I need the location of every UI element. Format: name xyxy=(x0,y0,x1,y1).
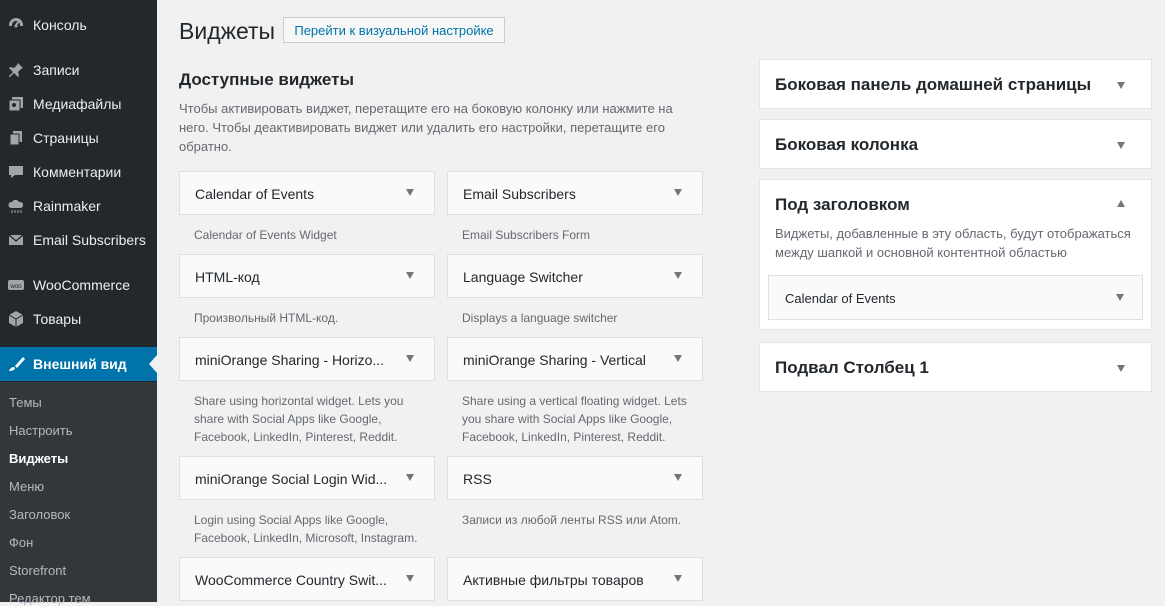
widget-title: miniOrange Social Login Wid... xyxy=(195,471,388,487)
widget-description: Calendar of Events Widget xyxy=(194,228,337,242)
svg-text:woo: woo xyxy=(9,284,22,290)
widget-title: Calendar of Events xyxy=(785,291,896,306)
widget-email-subscribers[interactable]: Email Subscribers xyxy=(447,171,703,215)
widget-miniorange-sharing-horizontal[interactable]: miniOrange Sharing - Horizo... xyxy=(179,337,435,381)
widget-title: miniOrange Sharing - Vertical xyxy=(463,352,646,368)
comment-icon xyxy=(6,162,26,182)
submenu-item-themes[interactable]: Темы xyxy=(9,395,42,410)
widget-area-title: Боковая панель домашней страницы xyxy=(775,75,1092,94)
caret-down-icon[interactable] xyxy=(406,474,414,481)
menu-item-label: Консоль xyxy=(33,17,87,33)
menu-item-label: Записи xyxy=(33,62,80,78)
brush-icon xyxy=(6,354,26,374)
widget-title: Language Switcher xyxy=(463,269,583,285)
menu-item-media[interactable]: Медиафайлы xyxy=(0,87,157,121)
widget-area-footer-column-1[interactable]: Подвал Столбец 1 xyxy=(759,342,1152,392)
widget-calendar-of-events-placed[interactable]: Calendar of Events xyxy=(768,275,1143,320)
menu-item-console[interactable]: Консоль xyxy=(0,8,157,42)
submenu-item-widgets[interactable]: Виджеты xyxy=(9,451,68,466)
pin-icon xyxy=(6,60,26,80)
page-title: Виджеты xyxy=(179,18,276,44)
cloud-icon xyxy=(6,196,26,216)
widget-woocommerce-country-switcher[interactable]: WooCommerce Country Swit... xyxy=(179,557,435,601)
caret-down-icon[interactable] xyxy=(674,474,682,481)
widget-description: Share using a vertical floating widget. … xyxy=(462,394,687,444)
caret-down-icon[interactable] xyxy=(674,189,682,196)
woocommerce-icon: woo xyxy=(6,275,26,295)
widget-area-title: Боковая колонка xyxy=(775,135,919,154)
widget-title: Активные фильтры товаров xyxy=(463,572,644,588)
menu-item-comments[interactable]: Комментарии xyxy=(0,155,157,189)
widget-title: Email Subscribers xyxy=(463,186,576,202)
widget-title: HTML-код xyxy=(195,269,260,285)
pages-icon xyxy=(6,128,26,148)
menu-item-label: Rainmaker xyxy=(33,198,101,214)
menu-item-label: Страницы xyxy=(33,130,99,146)
widget-area-sidebar[interactable]: Боковая колонка xyxy=(759,119,1152,169)
widget-area-below-header[interactable]: Под заголовком Виджеты, добавленные в эт… xyxy=(759,179,1152,330)
widget-calendar-of-events[interactable]: Calendar of Events xyxy=(179,171,435,215)
widget-area-description: Виджеты, добавленные в эту область, буду… xyxy=(775,226,1131,260)
menu-item-email-subscribers[interactable]: Email Subscribers xyxy=(0,223,157,257)
caret-down-icon[interactable] xyxy=(1116,294,1124,301)
widget-active-product-filters[interactable]: Активные фильтры товаров xyxy=(447,557,703,601)
caret-down-icon[interactable] xyxy=(406,189,414,196)
menu-item-pages[interactable]: Страницы xyxy=(0,121,157,155)
menu-item-rainmaker[interactable]: Rainmaker xyxy=(0,189,157,223)
widget-description: Произвольный HTML-код. xyxy=(194,311,339,325)
caret-down-icon[interactable] xyxy=(406,272,414,279)
widget-rss[interactable]: RSS xyxy=(447,456,703,500)
caret-down-icon[interactable] xyxy=(406,575,414,582)
menu-item-label: Товары xyxy=(33,311,82,327)
menu-item-appearance[interactable]: Внешний вид xyxy=(0,347,157,381)
menu-item-label: WooCommerce xyxy=(33,277,130,293)
submenu-item-customize[interactable]: Настроить xyxy=(9,423,73,438)
widget-title: RSS xyxy=(463,471,492,487)
caret-down-icon[interactable] xyxy=(1117,365,1125,372)
submenu-item-storefront[interactable]: Storefront xyxy=(9,563,66,578)
caret-down-icon[interactable] xyxy=(1117,82,1125,89)
widget-description: Login using Social Apps like Google, Fac… xyxy=(194,513,418,545)
submenu-item-menus[interactable]: Меню xyxy=(9,479,44,494)
menu-item-label: Email Subscribers xyxy=(33,232,146,248)
caret-down-icon[interactable] xyxy=(674,575,682,582)
widget-area-title: Под заголовком xyxy=(775,195,910,214)
submenu-item-header[interactable]: Заголовок xyxy=(9,507,70,522)
submenu-item-background[interactable]: Фон xyxy=(9,535,33,550)
menu-item-woocommerce[interactable]: woo WooCommerce xyxy=(0,268,157,302)
widget-area-homepage-sidebar[interactable]: Боковая панель домашней страницы xyxy=(759,59,1152,109)
widget-description: Email Subscribers Form xyxy=(462,228,591,242)
widget-description: Displays a language switcher xyxy=(462,311,618,325)
appearance-submenu: Темы Настроить Виджеты Меню Заголовок Фо… xyxy=(0,382,157,606)
widget-miniorange-sharing-vertical[interactable]: miniOrange Sharing - Vertical xyxy=(447,337,703,381)
widget-title: Calendar of Events xyxy=(195,186,315,202)
widget-title: WooCommerce Country Swit... xyxy=(195,572,387,588)
widget-area-title: Подвал Столбец 1 xyxy=(775,358,929,377)
envelope-icon xyxy=(6,230,26,250)
widget-language-switcher[interactable]: Language Switcher xyxy=(447,254,703,298)
submenu-item-theme-editor[interactable]: Редактор тем xyxy=(9,591,91,606)
menu-item-label: Внешний вид xyxy=(33,356,127,372)
caret-down-icon[interactable] xyxy=(406,355,414,362)
caret-up-icon[interactable] xyxy=(1117,200,1125,207)
customize-button[interactable]: Перейти к визуальной настройке xyxy=(283,17,505,43)
dashboard-icon xyxy=(6,15,26,35)
widget-description: Share using horizontal widget. Lets you … xyxy=(194,394,404,444)
widget-html-code[interactable]: HTML-код xyxy=(179,254,435,298)
admin-sidebar: Консоль Записи Медиафайлы Страницы Комме… xyxy=(0,0,157,606)
caret-down-icon[interactable] xyxy=(674,355,682,362)
widget-description: Записи из любой ленты RSS или Atom. xyxy=(462,513,682,527)
menu-item-label: Комментарии xyxy=(33,164,122,180)
media-icon xyxy=(6,94,26,114)
available-widgets-title: Доступные виджеты xyxy=(179,70,354,89)
menu-item-products[interactable]: Товары xyxy=(0,302,157,336)
box-icon xyxy=(6,309,26,329)
available-widgets-description: Чтобы активировать виджет, перетащите ег… xyxy=(179,101,673,154)
widget-miniorange-social-login[interactable]: miniOrange Social Login Wid... xyxy=(179,456,435,500)
widget-title: miniOrange Sharing - Horizo... xyxy=(195,352,385,368)
caret-down-icon[interactable] xyxy=(674,272,682,279)
caret-down-icon[interactable] xyxy=(1117,142,1125,149)
menu-item-label: Медиафайлы xyxy=(33,96,122,112)
menu-item-posts[interactable]: Записи xyxy=(0,53,157,87)
